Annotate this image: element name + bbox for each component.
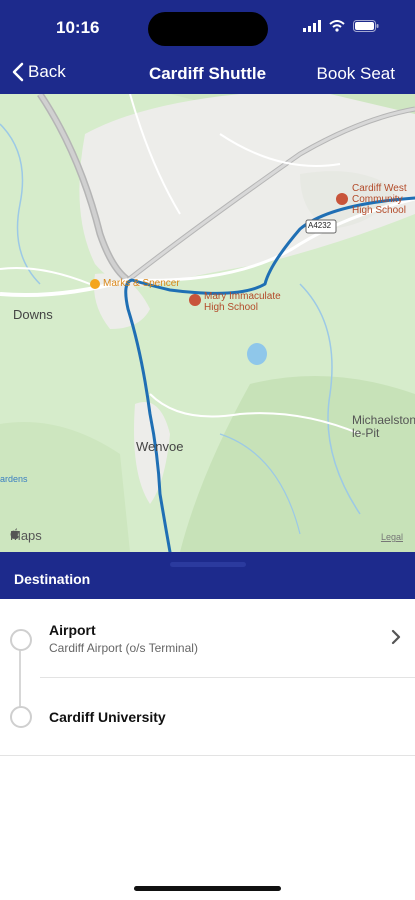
map-label-wenvoe: Wenvoe [136,439,184,454]
home-indicator [134,886,281,891]
stop-marker [10,629,32,651]
stop-marker [10,706,32,728]
status-time: 10:16 [56,18,100,37]
back-label: Back [28,62,66,81]
sheet-grabber[interactable] [170,562,246,567]
map-canvas [0,94,415,552]
route-map[interactable]: Downs Wenvoe Michaelston-le-Pit ardens A… [0,94,415,552]
stop-name: Cardiff University [49,709,166,725]
stop-name: Airport [49,622,96,638]
chevron-right-icon [391,629,401,645]
destination-title: Destination [14,571,91,587]
battery-icon [353,20,379,32]
signal-icon [303,20,321,32]
status-icons [303,20,379,32]
poi-mary-immaculate: Mary Immaculate High School [204,291,281,313]
map-label-gardens: ardens [0,474,28,484]
apple-logo-icon [10,528,19,539]
book-seat-button[interactable]: Book Seat [317,64,395,84]
list-bottom-divider [0,755,415,756]
poi-cardiff-west: Cardiff West Community High School [352,183,407,216]
stop-divider [40,677,415,678]
map-legal-link[interactable]: Legal [381,532,403,542]
poi-marks-spencer: Marks & Spencer [103,278,180,289]
apple-maps-attribution: Maps [10,528,42,543]
map-label-michaelston: Michaelston-le-Pit [352,413,415,440]
status-bar: 10:16 [0,0,415,56]
chevron-left-icon [12,62,24,82]
map-label-downs: Downs [13,307,53,322]
road-shield-a4232: A4232 [308,221,332,230]
destination-header: Destination [0,552,415,599]
back-button[interactable]: Back [12,62,66,82]
stop-subtitle: Cardiff Airport (o/s Terminal) [49,641,198,655]
wifi-icon [329,20,345,32]
stop-list: Airport Cardiff Airport (o/s Terminal) C… [0,599,415,759]
dynamic-island [148,12,268,46]
nav-bar: Back Cardiff Shuttle Book Seat [0,56,415,94]
